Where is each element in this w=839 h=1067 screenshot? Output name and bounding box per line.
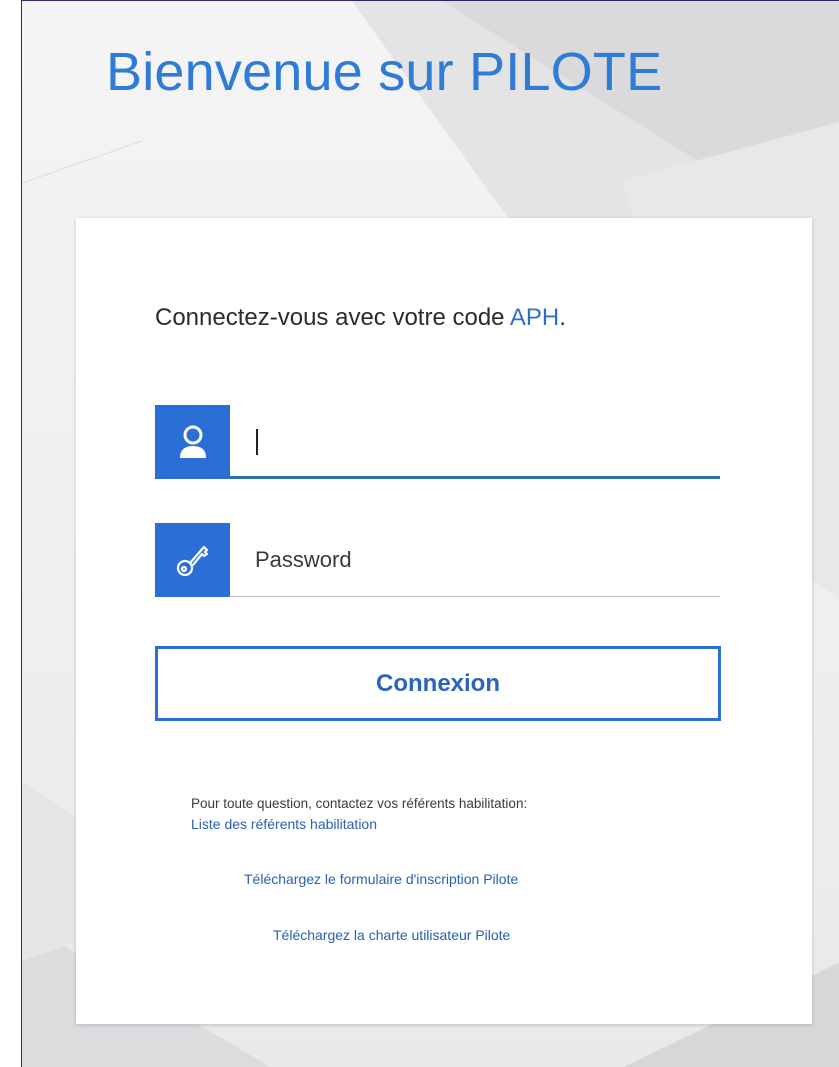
username-underline <box>230 476 720 479</box>
login-subtitle: Connectez-vous avec votre code APH. <box>155 304 566 332</box>
text-cursor <box>256 429 258 455</box>
password-input[interactable] <box>230 523 720 597</box>
user-icon <box>155 405 230 479</box>
login-card: Connectez-vous avec votre code APH. Conn… <box>76 218 812 1024</box>
help-question-text: Pour toute question, contactez vos référ… <box>191 796 528 811</box>
connexion-button[interactable]: Connexion <box>155 646 721 721</box>
username-input[interactable] <box>230 405 720 479</box>
username-field <box>155 405 720 479</box>
registration-form-link[interactable]: Téléchargez le formulaire d'inscription … <box>244 871 518 887</box>
subtitle-code-accent: APH <box>509 304 560 331</box>
referents-list-link[interactable]: Liste des référents habilitation <box>191 816 377 832</box>
password-underline <box>230 596 720 597</box>
subtitle-period: . <box>559 304 566 331</box>
login-page-frame: Bienvenue sur PILOTE Connectez-vous avec… <box>21 0 839 1067</box>
user-charter-link[interactable]: Téléchargez la charte utilisateur Pilote <box>273 927 510 943</box>
key-icon <box>155 523 230 597</box>
subtitle-text: Connectez-vous avec votre code <box>155 304 510 331</box>
password-field <box>155 523 720 597</box>
page-title: Bienvenue sur PILOTE <box>106 42 663 102</box>
